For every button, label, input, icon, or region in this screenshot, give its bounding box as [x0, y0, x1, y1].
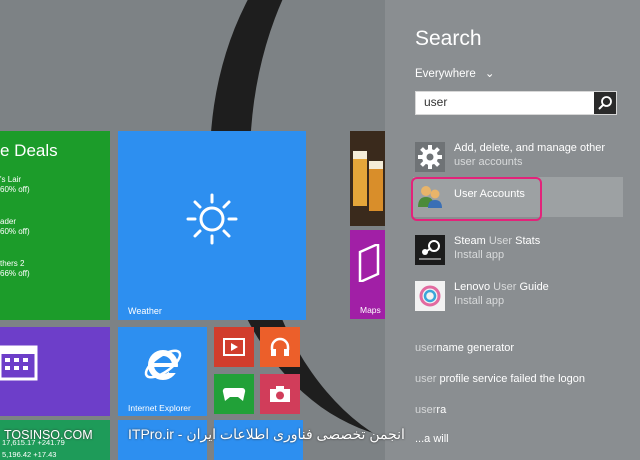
search-icon — [598, 96, 612, 110]
result-title-part: Guide — [516, 281, 549, 293]
search-suggestion[interactable]: userra — [415, 404, 446, 416]
deals-title: e Deals — [0, 141, 58, 160]
suggestion-match: user — [415, 342, 437, 354]
suggestion-match: user — [415, 373, 437, 385]
result-title-part: Lenovo — [454, 281, 494, 293]
beer-photo-icon — [350, 131, 385, 226]
result-steam-user-stats[interactable]: Steam User Stats Install app — [413, 231, 623, 271]
music-tile[interactable] — [260, 327, 300, 367]
search-scope-label: Everywhere — [415, 68, 476, 80]
search-panel-title: Search — [415, 27, 482, 50]
maps-label: Maps — [360, 305, 381, 315]
camera-tile[interactable] — [260, 374, 300, 414]
steam-icon — [415, 235, 445, 265]
deals-line: thers 2 — [0, 259, 25, 268]
camera-icon — [270, 386, 290, 402]
maps-tile[interactable]: Maps — [350, 230, 385, 319]
deals-line: ader — [0, 217, 17, 226]
suggestion-rest: name generator — [436, 342, 515, 354]
search-box — [415, 91, 617, 115]
search-suggestion[interactable]: username generator — [415, 342, 514, 354]
result-title-part: Steam — [454, 235, 489, 247]
search-button[interactable] — [594, 92, 616, 114]
internet-explorer-icon — [144, 349, 182, 380]
ie-label: Internet Explorer — [128, 403, 191, 413]
gear-icon — [415, 142, 445, 172]
store-deals-tile[interactable]: e Deals 's Lair 60% off) ader 60% off) t… — [0, 131, 110, 320]
search-charm-panel: Search Everywhere ⌄ Add, delete, and man… — [385, 0, 640, 460]
result-subtitle: user accounts — [454, 156, 523, 168]
internet-explorer-tile[interactable]: Internet Explorer — [118, 327, 207, 416]
result-title-match: User — [488, 235, 513, 247]
watermark-left: TOSINSO.COM — [4, 428, 93, 442]
search-suggestion[interactable]: ...a will — [415, 433, 449, 445]
games-tile[interactable] — [214, 374, 254, 414]
chevron-down-icon: ⌄ — [484, 68, 495, 80]
result-title: Add, delete, and manage other — [454, 142, 606, 154]
suggestion-rest: profile service failed the logon — [436, 373, 585, 385]
search-scope-dropdown[interactable]: Everywhere ⌄ — [415, 66, 495, 80]
result-title: Lenovo User Guide — [454, 281, 549, 293]
sun-icon — [186, 193, 238, 245]
video-tile[interactable] — [214, 327, 254, 367]
suggestion-match: user — [415, 404, 437, 416]
food-drink-tile[interactable] — [350, 131, 385, 226]
weather-tile[interactable]: Weather — [118, 131, 306, 320]
video-icon — [223, 338, 245, 356]
deals-line: 's Lair — [0, 175, 22, 184]
result-lenovo-user-guide[interactable]: Lenovo User Guide Install app — [413, 277, 623, 317]
result-subtitle: Install app — [454, 249, 505, 261]
xbox-controller-icon — [222, 387, 246, 401]
search-suggestion[interactable]: user profile service failed the logon — [415, 373, 585, 385]
deals-line: 60% off) — [0, 227, 30, 236]
search-input[interactable] — [416, 92, 598, 112]
map-icon — [358, 244, 380, 282]
highlight-annotation — [411, 177, 542, 221]
deals-line: 66% off) — [0, 269, 30, 278]
lenovo-icon — [415, 281, 445, 311]
calendar-tile[interactable] — [0, 327, 110, 416]
result-title: Steam User Stats — [454, 235, 540, 247]
stock-line: 5,196.42 +17.43 — [2, 450, 57, 459]
calendar-icon — [0, 345, 38, 381]
suggestion-rest: ...a will — [415, 433, 449, 445]
result-title-match: User — [493, 281, 517, 293]
suggestion-rest: ra — [436, 404, 447, 416]
start-screen: e Deals 's Lair 60% off) ader 60% off) t… — [0, 0, 385, 460]
result-title-part: Stats — [512, 235, 541, 247]
headphones-icon — [270, 337, 290, 356]
watermark-right: ITPro.ir - انجمن تخصصی فناوری اطلاعات ای… — [128, 426, 405, 442]
deals-line: 60% off) — [0, 185, 30, 194]
result-subtitle: Install app — [454, 295, 505, 307]
weather-label: Weather — [128, 306, 162, 316]
result-manage-accounts[interactable]: Add, delete, and manage other user accou… — [413, 138, 623, 178]
